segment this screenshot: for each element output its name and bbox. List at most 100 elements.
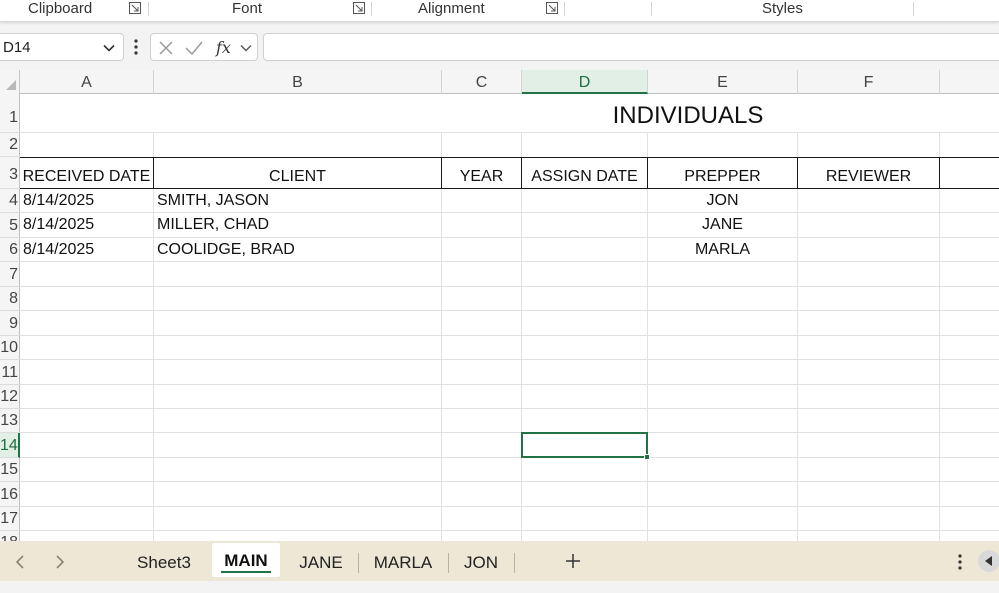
row-headers: 1 2 3 4 5 6 7 8 9 10 11 12 13 14 15 16 1… — [0, 94, 20, 541]
chevron-down-icon[interactable] — [239, 41, 253, 55]
column-header-d[interactable]: D — [522, 70, 648, 94]
sheet-title: INDIVIDUALS — [612, 102, 764, 129]
ribbon-separator — [371, 2, 372, 16]
row-header[interactable]: 18 — [0, 531, 20, 541]
cancel-x-icon[interactable] — [158, 40, 174, 56]
gridline — [20, 286, 999, 287]
chevron-left-icon[interactable] — [13, 554, 27, 570]
gridline — [20, 310, 999, 311]
header-client[interactable]: CLIENT — [154, 165, 441, 189]
cell-received-date[interactable]: 8/14/2025 — [23, 238, 94, 262]
cell-client[interactable]: MILLER, CHAD — [157, 213, 269, 237]
cell-client[interactable]: SMITH, JASON — [157, 189, 269, 213]
more-options-icon[interactable] — [133, 38, 139, 56]
column-headers: A B C D E F — [0, 70, 999, 94]
cell-received-date[interactable]: 8/14/2025 — [23, 213, 94, 237]
cell-prepper[interactable]: JANE — [648, 213, 797, 237]
row-header[interactable]: 11 — [0, 360, 20, 385]
gridline — [20, 506, 999, 507]
column-header-e[interactable]: E — [648, 70, 798, 94]
row-header[interactable]: 15 — [0, 458, 20, 482]
fill-handle[interactable] — [644, 454, 650, 460]
header-year[interactable]: YEAR — [442, 165, 521, 189]
row-header[interactable]: 16 — [0, 482, 20, 507]
row-header[interactable]: 5 — [0, 213, 20, 238]
chevron-right-icon[interactable] — [53, 554, 67, 570]
ribbon-group-alignment: Alignment — [418, 0, 485, 17]
column-header-b[interactable]: B — [154, 70, 442, 94]
status-bar — [0, 581, 999, 593]
chevron-down-icon[interactable] — [102, 41, 116, 55]
select-all-corner[interactable] — [0, 70, 20, 94]
sheet-tab-sheet3[interactable]: Sheet3 — [128, 550, 200, 576]
svg-text:fx: fx — [215, 38, 231, 57]
sheet-tab-marla[interactable]: MARLA — [364, 550, 442, 576]
spreadsheet-grid: A B C D E F 1 2 3 4 5 6 7 8 9 10 11 12 1… — [0, 70, 999, 541]
gridline — [20, 530, 999, 531]
row-header[interactable]: 13 — [0, 409, 20, 433]
header-prepper[interactable]: PREPPER — [648, 165, 797, 189]
formula-bar: D14 fx — [0, 30, 999, 64]
header-border-top — [20, 157, 999, 158]
cell-client[interactable]: COOLIDGE, BRAD — [157, 238, 295, 262]
sheet-tab-bar: Sheet3 MAIN JANE MARLA JON — [0, 541, 999, 581]
row-header[interactable]: 12 — [0, 385, 20, 409]
ribbon-group-clipboard: Clipboard — [28, 0, 93, 17]
ribbon-separator — [148, 2, 149, 16]
sheet-tab-jane[interactable]: JANE — [292, 550, 350, 576]
gridline — [20, 384, 999, 385]
row-header[interactable]: 1 — [0, 94, 20, 133]
row-header[interactable]: 6 — [0, 238, 20, 262]
scroll-left-triangle-icon — [985, 556, 992, 566]
row-header[interactable]: 9 — [0, 311, 20, 336]
font-launcher-icon[interactable] — [353, 2, 365, 14]
row-header[interactable]: 7 — [0, 262, 20, 287]
enter-check-icon[interactable] — [185, 40, 203, 56]
tab-separator — [448, 553, 449, 573]
header-received-date[interactable]: RECEIVED DATE — [20, 165, 153, 189]
tab-separator — [358, 553, 359, 573]
row-header-selected[interactable]: 14 — [0, 433, 20, 458]
insert-function-icon[interactable]: fx — [215, 38, 235, 58]
cell-received-date[interactable]: 8/14/2025 — [23, 189, 94, 213]
gridline — [20, 359, 999, 360]
cell-prepper[interactable]: MARLA — [648, 238, 797, 262]
column-header-a[interactable]: A — [20, 70, 154, 94]
ribbon-separator — [564, 2, 565, 16]
header-assign-date[interactable]: ASSIGN DATE — [522, 165, 647, 189]
cell-prepper[interactable]: JON — [648, 189, 797, 213]
ribbon-separator — [651, 2, 652, 16]
header-reviewer[interactable]: REVIEWER — [798, 165, 939, 189]
row-header[interactable]: 8 — [0, 287, 20, 311]
ribbon-separator — [913, 2, 914, 16]
clipboard-launcher-icon[interactable] — [129, 2, 141, 14]
gridline — [20, 481, 999, 482]
formula-bar-buttons: fx — [150, 33, 258, 61]
name-box-value: D14 — [3, 39, 31, 56]
tab-separator — [514, 553, 515, 573]
active-cell-d14[interactable] — [521, 432, 648, 458]
row-header[interactable]: 2 — [0, 133, 20, 157]
gridline — [20, 457, 999, 458]
horizontal-scroll-left-button[interactable] — [978, 550, 999, 572]
merged-title-cell[interactable] — [20, 94, 999, 132]
ribbon-group-font: Font — [232, 0, 263, 17]
row-header[interactable]: 4 — [0, 189, 20, 213]
more-options-icon[interactable] — [957, 553, 963, 571]
column-header-c[interactable]: C — [442, 70, 522, 94]
column-header-f[interactable]: F — [798, 70, 940, 94]
alignment-launcher-icon[interactable] — [546, 2, 558, 14]
add-sheet-plus-icon[interactable] — [564, 552, 582, 570]
ribbon-group-styles: Styles — [762, 0, 803, 17]
row-header[interactable]: 10 — [0, 336, 20, 360]
header-border — [939, 157, 940, 189]
gridline — [20, 335, 999, 336]
row-header[interactable]: 17 — [0, 507, 20, 531]
formula-input[interactable] — [263, 33, 999, 61]
name-box[interactable]: D14 — [0, 33, 124, 61]
row-header[interactable]: 3 — [0, 157, 20, 189]
active-tab-underline — [221, 571, 271, 573]
sheet-tab-jon[interactable]: JON — [454, 550, 508, 576]
gridline — [20, 432, 999, 433]
cell-area[interactable]: INDIVIDUALS RECEIVED DATE CLIENT YEAR AS… — [20, 94, 999, 541]
